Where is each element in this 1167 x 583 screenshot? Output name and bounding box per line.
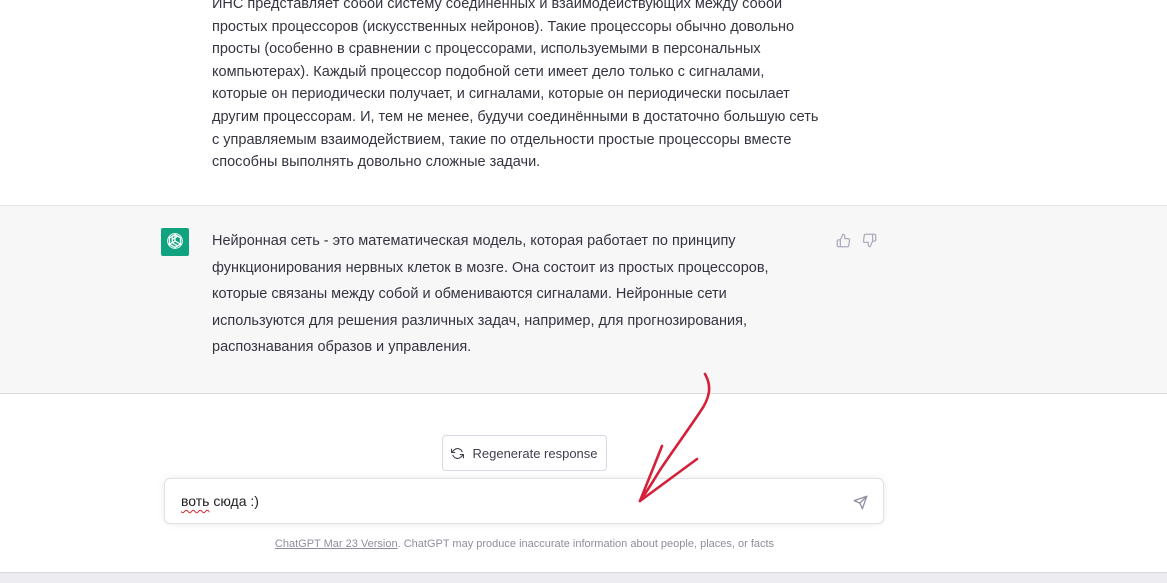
message-input[interactable]: воть сюда :) xyxy=(164,478,884,524)
version-link[interactable]: ChatGPT Mar 23 Version xyxy=(275,538,398,550)
message-input-text[interactable]: воть сюда :) xyxy=(181,493,259,509)
regenerate-label: Regenerate response xyxy=(472,445,598,461)
footer-disclaimer: ChatGPT Mar 23 Version. ChatGPT may prod… xyxy=(0,538,1049,550)
assistant-message-text: Нейронная сеть - это математическая моде… xyxy=(212,233,769,355)
misspelled-word: воть xyxy=(181,493,210,509)
openai-logo-icon xyxy=(161,228,189,256)
regenerate-response-button[interactable]: Regenerate response xyxy=(442,435,607,471)
refresh-icon xyxy=(451,447,465,460)
message-input-rest: сюда :) xyxy=(209,493,259,509)
disclaimer-text: . ChatGPT may produce inaccurate informa… xyxy=(397,538,775,550)
bottom-edge xyxy=(0,572,1167,583)
user-message-row: ИНС представляет собой систему соединённ… xyxy=(0,0,1167,206)
thumbs-down-icon[interactable] xyxy=(860,231,878,249)
assistant-message-row: Нейронная сеть - это математическая моде… xyxy=(0,206,1167,394)
paper-plane-icon[interactable] xyxy=(851,493,869,511)
thumbs-up-icon[interactable] xyxy=(834,231,852,249)
user-message-text: ИНС представляет собой систему соединённ… xyxy=(212,0,819,171)
